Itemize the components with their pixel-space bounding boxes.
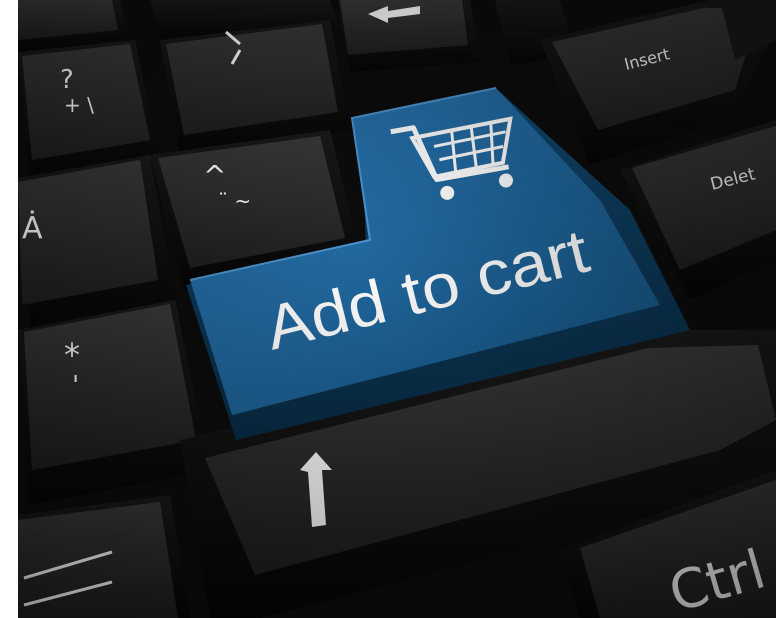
- keyboard-illustration: ? + \ Insert Delet Ȧ ^ ¨ ~ * ' Ctrl Add …: [0, 0, 776, 618]
- key-bottom-left: [18, 495, 190, 618]
- caret-legend: ^: [203, 159, 226, 192]
- keyboard-photo: ? + \ Insert Delet Ȧ ^ ¨ ~ * ' Ctrl Add …: [0, 0, 776, 618]
- key-asterisk: * ': [18, 300, 210, 505]
- apostrophe-legend: ': [72, 371, 79, 401]
- key-a-dot: Ȧ: [18, 155, 175, 330]
- key-backspace: [338, 0, 480, 72]
- umlaut-tilde-legend: ¨ ~: [218, 189, 251, 213]
- a-dot-legend: Ȧ: [22, 210, 43, 246]
- asterisk-legend: *: [64, 336, 80, 374]
- question-legend: ?: [60, 65, 74, 95]
- plus-backslash-legend: + \: [64, 93, 94, 117]
